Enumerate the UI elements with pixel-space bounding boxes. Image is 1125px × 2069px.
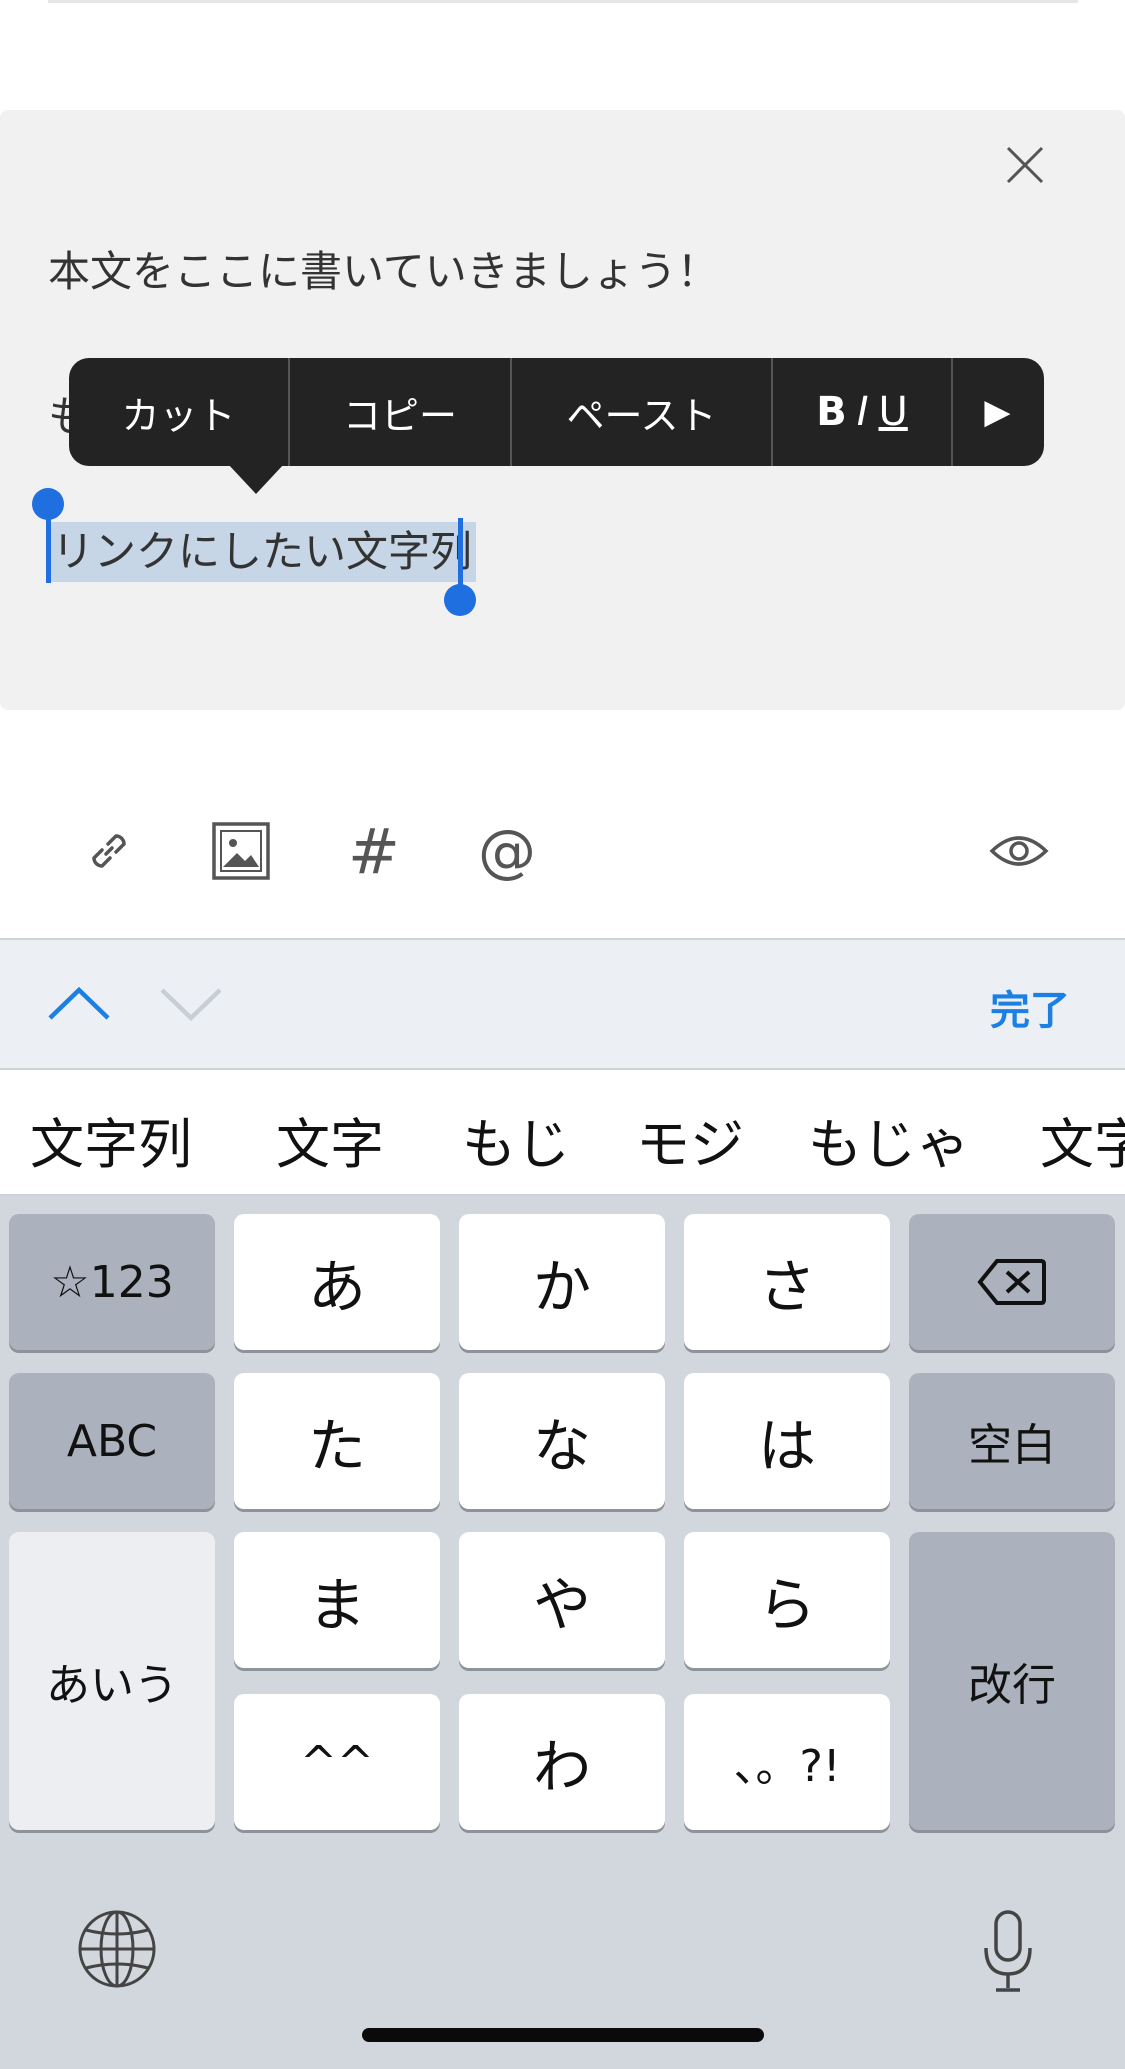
key-backspace[interactable] — [909, 1214, 1115, 1350]
key-symbols-numbers[interactable]: ☆123 — [9, 1214, 215, 1350]
key-return[interactable]: 改行 — [909, 1532, 1115, 1830]
home-indicator[interactable] — [362, 2028, 764, 2042]
key-ka[interactable]: か — [459, 1214, 665, 1350]
key-abc[interactable]: ABC — [9, 1373, 215, 1509]
hashtag-button[interactable]: # — [346, 815, 402, 888]
key-ma[interactable]: ま — [234, 1532, 440, 1668]
key-ra[interactable]: ら — [684, 1532, 890, 1668]
next-field-button[interactable] — [156, 984, 226, 1024]
chevron-down-icon — [160, 988, 222, 1022]
link-icon — [92, 834, 126, 868]
key-ta[interactable]: た — [234, 1373, 440, 1509]
close-icon — [1006, 146, 1044, 184]
more-menu-item[interactable]: ▶ — [953, 358, 1042, 466]
bold-label: B — [816, 389, 847, 435]
key-kana-mode[interactable]: あいう — [9, 1532, 215, 1830]
candidate-item[interactable]: もじ — [462, 1100, 570, 1179]
key-na[interactable]: な — [459, 1373, 665, 1509]
key-a[interactable]: あ — [234, 1214, 440, 1350]
candidate-item[interactable]: もじゃ — [808, 1100, 970, 1179]
selection-start-bar — [46, 515, 51, 583]
copy-menu-item[interactable]: コピー — [290, 358, 512, 466]
candidate-item[interactable]: 文字 — [276, 1100, 384, 1179]
key-ya[interactable]: や — [459, 1532, 665, 1668]
preview-button[interactable] — [986, 818, 1052, 884]
image-icon — [212, 822, 270, 880]
edit-context-menu: カット コピー ペースト B I U ▶ — [69, 358, 1044, 466]
candidate-item[interactable]: 文字列 — [30, 1100, 192, 1179]
eye-icon — [989, 836, 1049, 866]
format-menu-item[interactable]: B I U — [773, 358, 953, 466]
candidate-item[interactable]: モジ — [636, 1100, 744, 1179]
paste-menu-item[interactable]: ペースト — [512, 358, 773, 466]
underline-label: U — [878, 389, 908, 435]
done-button[interactable]: 完了 — [990, 978, 1070, 1036]
link-button[interactable] — [76, 818, 142, 884]
keyboard-switch-button[interactable] — [76, 1908, 158, 1990]
close-button[interactable] — [1000, 140, 1050, 190]
selection-start-handle[interactable] — [32, 488, 64, 520]
selection-end-handle[interactable] — [444, 584, 476, 616]
mention-button[interactable]: @ — [474, 817, 540, 885]
italic-label: I — [856, 389, 869, 435]
key-emoticon[interactable]: ^^ — [234, 1694, 440, 1830]
conversion-candidate-bar: 文字列 文字 もじ モジ もじゃ 文字 — [0, 1070, 1125, 1196]
key-punctuation[interactable]: 、。?! — [684, 1694, 890, 1830]
key-sa[interactable]: さ — [684, 1214, 890, 1350]
body-text-line[interactable]: 本文をここに書いていきましょう！ — [48, 238, 719, 299]
context-menu-pointer — [228, 464, 284, 494]
image-button[interactable] — [208, 818, 274, 884]
key-ha[interactable]: は — [684, 1373, 890, 1509]
candidate-item[interactable]: 文字 — [1040, 1100, 1125, 1179]
key-wa[interactable]: わ — [459, 1694, 665, 1830]
cut-menu-item[interactable]: カット — [69, 358, 290, 466]
previous-field-button[interactable] — [44, 984, 114, 1024]
microphone-icon — [984, 1910, 1032, 1992]
chevron-up-icon — [48, 986, 110, 1020]
selection-end-bar — [458, 518, 463, 588]
key-space[interactable]: 空白 — [909, 1373, 1115, 1509]
selected-text[interactable]: リンクにしたい文字列 — [48, 522, 477, 582]
dictation-button[interactable] — [980, 1908, 1036, 1996]
backspace-icon — [977, 1259, 1046, 1305]
top-divider — [48, 0, 1078, 3]
globe-icon — [78, 1910, 156, 1988]
